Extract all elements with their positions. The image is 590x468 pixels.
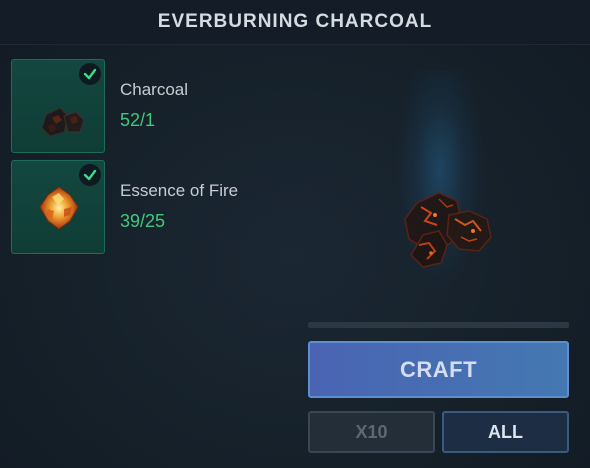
recipe-title: EVERBURNING CHARCOAL: [157, 11, 433, 32]
crafting-panel: EVERBURNING CHARCOAL Charcoal 52/1 Essen…: [0, 0, 590, 468]
craft-button[interactable]: CRAFT: [308, 341, 569, 398]
header: EVERBURNING CHARCOAL: [0, 0, 590, 45]
ingredient-name: Charcoal: [120, 80, 189, 99]
ingredient-slot-essence-of-fire[interactable]: [11, 160, 105, 254]
craft-x10-button[interactable]: X10: [308, 411, 435, 453]
check-icon: [79, 63, 101, 85]
ingredient-count: 52/1: [120, 110, 156, 130]
craft-progress-bar: [308, 322, 569, 328]
craft-all-button[interactable]: ALL: [442, 411, 569, 453]
everburning-charcoal-icon: [404, 192, 492, 268]
ingredient-name: Essence of Fire: [120, 181, 239, 200]
ingredient-count: 39/25: [120, 211, 166, 231]
ingredient-slot-charcoal[interactable]: [11, 59, 105, 153]
check-icon: [79, 164, 101, 186]
